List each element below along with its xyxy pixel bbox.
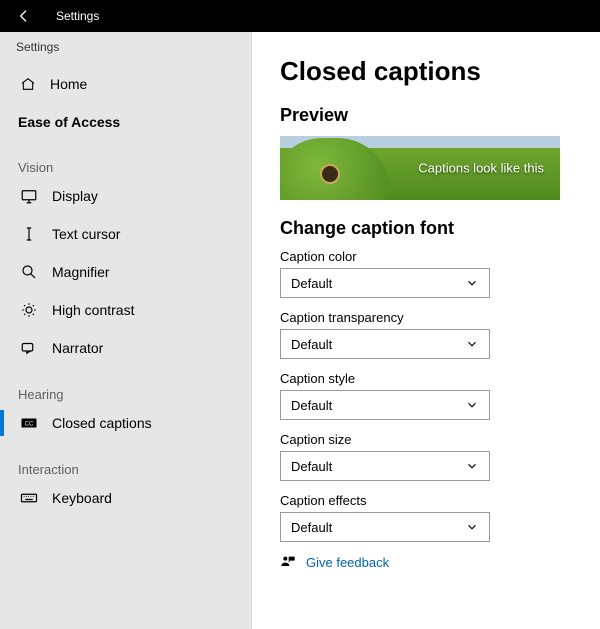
dropdown-value: Default: [291, 276, 332, 291]
sidebar-item-label: High contrast: [52, 302, 134, 318]
label-caption-style: Caption style: [280, 371, 572, 386]
section-heading: Change caption font: [280, 218, 572, 239]
label-caption-size: Caption size: [280, 432, 572, 447]
sidebar-group-vision: Vision: [0, 140, 251, 177]
sidebar-item-high-contrast[interactable]: High contrast: [0, 291, 251, 329]
chevron-down-icon: [465, 459, 479, 473]
caption-preview: Captions look like this: [280, 136, 560, 200]
sidebar-item-label: Narrator: [52, 340, 103, 356]
display-icon: [20, 187, 38, 205]
titlebar-title: Settings: [56, 9, 99, 23]
arrow-left-icon: [16, 8, 32, 24]
titlebar: Settings: [0, 0, 600, 32]
preview-caption-text: Captions look like this: [418, 161, 544, 176]
sidebar-group-interaction: Interaction: [0, 442, 251, 479]
label-caption-effects: Caption effects: [280, 493, 572, 508]
sidebar-app-name: Settings: [0, 38, 251, 68]
dropdown-caption-size[interactable]: Default: [280, 451, 490, 481]
closed-captions-icon: CC: [20, 414, 38, 432]
page-title: Closed captions: [280, 56, 572, 87]
sidebar: Settings Home Ease of Access Vision Disp…: [0, 32, 252, 629]
label-caption-transparency: Caption transparency: [280, 310, 572, 325]
sidebar-group-hearing: Hearing: [0, 367, 251, 404]
home-icon: [20, 76, 36, 92]
text-cursor-icon: [20, 225, 38, 243]
sidebar-item-label: Closed captions: [52, 415, 152, 431]
feedback-row: Give feedback: [280, 554, 572, 570]
dropdown-caption-color[interactable]: Default: [280, 268, 490, 298]
chevron-down-icon: [465, 398, 479, 412]
dropdown-caption-effects[interactable]: Default: [280, 512, 490, 542]
dropdown-value: Default: [291, 337, 332, 352]
chevron-down-icon: [465, 520, 479, 534]
content-area: Closed captions Preview Captions look li…: [252, 32, 600, 629]
preview-heading: Preview: [280, 105, 572, 126]
sidebar-home-label: Home: [50, 76, 87, 92]
sidebar-item-label: Display: [52, 188, 98, 204]
dropdown-caption-style[interactable]: Default: [280, 390, 490, 420]
label-caption-color: Caption color: [280, 249, 572, 264]
dropdown-caption-transparency[interactable]: Default: [280, 329, 490, 359]
sidebar-item-display[interactable]: Display: [0, 177, 251, 215]
high-contrast-icon: [20, 301, 38, 319]
sidebar-home[interactable]: Home: [0, 68, 251, 100]
dropdown-value: Default: [291, 520, 332, 535]
svg-text:CC: CC: [25, 421, 34, 427]
sidebar-category: Ease of Access: [0, 100, 251, 140]
dropdown-value: Default: [291, 459, 332, 474]
chevron-down-icon: [465, 276, 479, 290]
back-button[interactable]: [4, 0, 44, 32]
chevron-down-icon: [465, 337, 479, 351]
sidebar-item-keyboard[interactable]: Keyboard: [0, 479, 251, 517]
sidebar-item-label: Keyboard: [52, 490, 112, 506]
keyboard-icon: [20, 489, 38, 507]
sidebar-item-label: Text cursor: [52, 226, 120, 242]
sidebar-item-magnifier[interactable]: Magnifier: [0, 253, 251, 291]
feedback-link[interactable]: Give feedback: [306, 555, 389, 570]
dropdown-value: Default: [291, 398, 332, 413]
sidebar-item-narrator[interactable]: Narrator: [0, 329, 251, 367]
sidebar-item-label: Magnifier: [52, 264, 110, 280]
narrator-icon: [20, 339, 38, 357]
sidebar-item-text-cursor[interactable]: Text cursor: [0, 215, 251, 253]
sidebar-item-closed-captions[interactable]: CC Closed captions: [0, 404, 251, 442]
magnifier-icon: [20, 263, 38, 281]
feedback-icon: [280, 554, 296, 570]
